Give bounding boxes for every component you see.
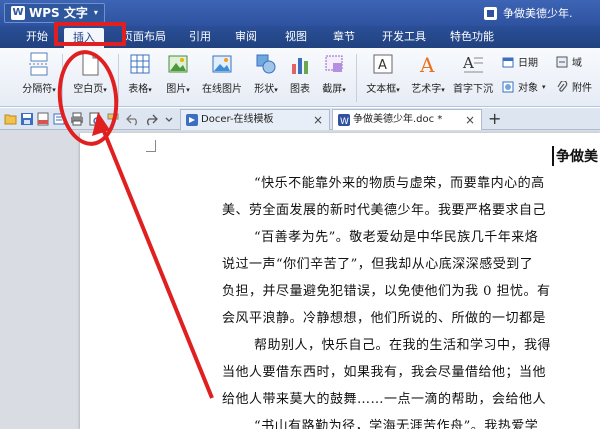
tab-docer-templates[interactable]: Docer-在线模板 × [180, 109, 330, 130]
chevron-down-icon: ▾ [274, 86, 278, 94]
table-label: 表格 [128, 84, 149, 95]
shapes-label: 形状 [254, 84, 275, 95]
tab-references[interactable]: 引用 [184, 26, 216, 48]
drop-cap-button[interactable]: A 首字下沉 [450, 52, 496, 95]
drop-cap-icon: A [462, 54, 483, 73]
chevron-down-icon: ▾ [52, 86, 56, 94]
word-art-button[interactable]: A 艺术字▾ [408, 52, 448, 95]
paragraph-line: 帮助别人，快乐自己。在我的生活和学习中，我得 [254, 338, 552, 353]
word-art-icon: A [419, 53, 435, 76]
margin-corner-mark [146, 140, 156, 152]
chevron-down-icon: ▾ [396, 86, 400, 94]
chart-label: 图表 [290, 84, 310, 95]
word-document-icon: W [338, 114, 350, 126]
page-break-button[interactable]: 分隔符▾ [16, 52, 62, 95]
svg-text:W: W [340, 117, 349, 126]
attachment-label: 附件 [572, 83, 592, 94]
text-box-button[interactable]: A 文本框▾ [360, 52, 406, 95]
undo-icon[interactable] [126, 112, 140, 126]
ribbon-divider [118, 54, 119, 102]
picture-icon [168, 55, 188, 73]
object-icon [502, 81, 514, 92]
screenshot-icon [325, 55, 343, 72]
picture-button[interactable]: 图片▾ [160, 52, 196, 95]
page-break-icon [29, 52, 49, 76]
object-button[interactable]: 对象 ▾ [502, 79, 546, 94]
close-icon[interactable]: × [313, 110, 323, 130]
save-icon[interactable] [20, 112, 34, 126]
chart-button[interactable]: 图表 [286, 52, 314, 95]
table-icon [130, 54, 150, 74]
chevron-down-icon: ▾ [441, 86, 445, 94]
date-label: 日期 [518, 58, 538, 69]
close-icon[interactable]: × [465, 110, 475, 130]
chevron-down-icon[interactable] [162, 112, 176, 126]
export-pdf-icon[interactable] [36, 112, 50, 126]
field-button[interactable]: 域 [556, 54, 582, 69]
date-button[interactable]: 日期 [502, 54, 538, 69]
paragraph-line: 美、劳全面发展的新时代美德少年。我要严格要求自己 [222, 203, 547, 218]
word-art-label: 艺术字 [411, 84, 442, 95]
chart-icon [292, 58, 308, 74]
paragraph-line: 会风平浪静。冷静想想，他们所说的、所做的一切都是 [222, 311, 547, 326]
tab-developer[interactable]: 开发工具 [376, 26, 432, 48]
shapes-icon [256, 54, 276, 74]
tab-view[interactable]: 视图 [278, 26, 314, 48]
object-label: 对象 [518, 83, 538, 94]
app-menu-label: WPS 文字 [29, 6, 88, 20]
chevron-down-icon: ▾ [93, 8, 98, 17]
tab-special-features[interactable]: 特色功能 [444, 26, 500, 48]
online-picture-label: 在线图片 [202, 84, 242, 95]
online-picture-icon [212, 55, 232, 73]
annotation-box [54, 22, 126, 46]
picture-label: 图片 [166, 84, 187, 95]
table-button[interactable]: 表格▾ [122, 52, 158, 95]
svg-text:A: A [462, 54, 474, 72]
chevron-down-icon: ▾ [342, 86, 346, 94]
tab-current-document[interactable]: W 争做美德少年.doc * × [332, 109, 482, 130]
open-folder-icon[interactable] [4, 112, 18, 126]
field-label: 域 [572, 58, 582, 69]
tab-docer-label: Docer-在线模板 [201, 114, 274, 125]
document-heading: 争做美 [552, 146, 598, 166]
chevron-down-icon: ▾ [148, 86, 152, 94]
shapes-button[interactable]: 形状▾ [248, 52, 284, 95]
field-icon [556, 56, 568, 67]
attachment-button[interactable]: 附件 [556, 79, 592, 94]
svg-text:A: A [419, 53, 435, 76]
paragraph-line: “百善孝为先”。敬老爱幼是中华民族几千年来烙 [254, 230, 539, 245]
text-box-icon: A [373, 54, 393, 74]
drop-cap-label: 首字下沉 [453, 84, 493, 95]
tab-document-label: 争做美德少年.doc * [353, 114, 443, 125]
window-title: 争做美德少年. [484, 5, 573, 21]
paragraph-line: “快乐不能靠外来的物质与虚荣，而要靠内心的高 [254, 176, 545, 191]
page-break-label: 分隔符 [22, 84, 53, 95]
paragraph-line: 负担，并尽量避免犯错误，以免使他们为我 0 担忧。有 [222, 284, 551, 299]
tab-sections[interactable]: 章节 [326, 26, 362, 48]
tab-home[interactable]: 开始 [22, 26, 52, 48]
paperclip-icon [557, 80, 568, 92]
paragraph-line: 给他人带来莫大的鼓舞……一点一滴的帮助，会给他人 [222, 392, 547, 407]
text-box-label: 文本框 [366, 84, 397, 95]
redo-icon[interactable] [144, 112, 158, 126]
new-tab-button[interactable]: + [488, 109, 501, 129]
wps-logo-icon: W [11, 6, 25, 20]
online-picture-button[interactable]: 在线图片 [198, 52, 246, 95]
app-menu-button[interactable]: W WPS 文字 ▾ [4, 3, 105, 23]
docer-icon [186, 114, 198, 126]
chevron-down-icon: ▾ [186, 86, 190, 94]
screenshot-label: 截屏 [322, 84, 343, 95]
document-icon [484, 6, 497, 20]
ribbon-divider [356, 54, 357, 102]
screenshot-button[interactable]: 截屏▾ [316, 52, 352, 95]
window-title-text: 争做美德少年. [503, 7, 573, 20]
tab-review[interactable]: 审阅 [228, 26, 264, 48]
paragraph-line: 说过一声“你们辛苦了”，但我却从心底深深感受到了 [222, 257, 534, 272]
calendar-icon [502, 57, 514, 67]
paragraph-line: 当他人要借东西时，如果我有，我会尽量借给他；当他 [222, 365, 547, 380]
paragraph-line: “书山有路勤为径，学海无涯苦作舟”。我热爱学 [254, 419, 539, 429]
chevron-down-icon: ▾ [542, 82, 546, 91]
svg-text:A: A [378, 58, 387, 73]
